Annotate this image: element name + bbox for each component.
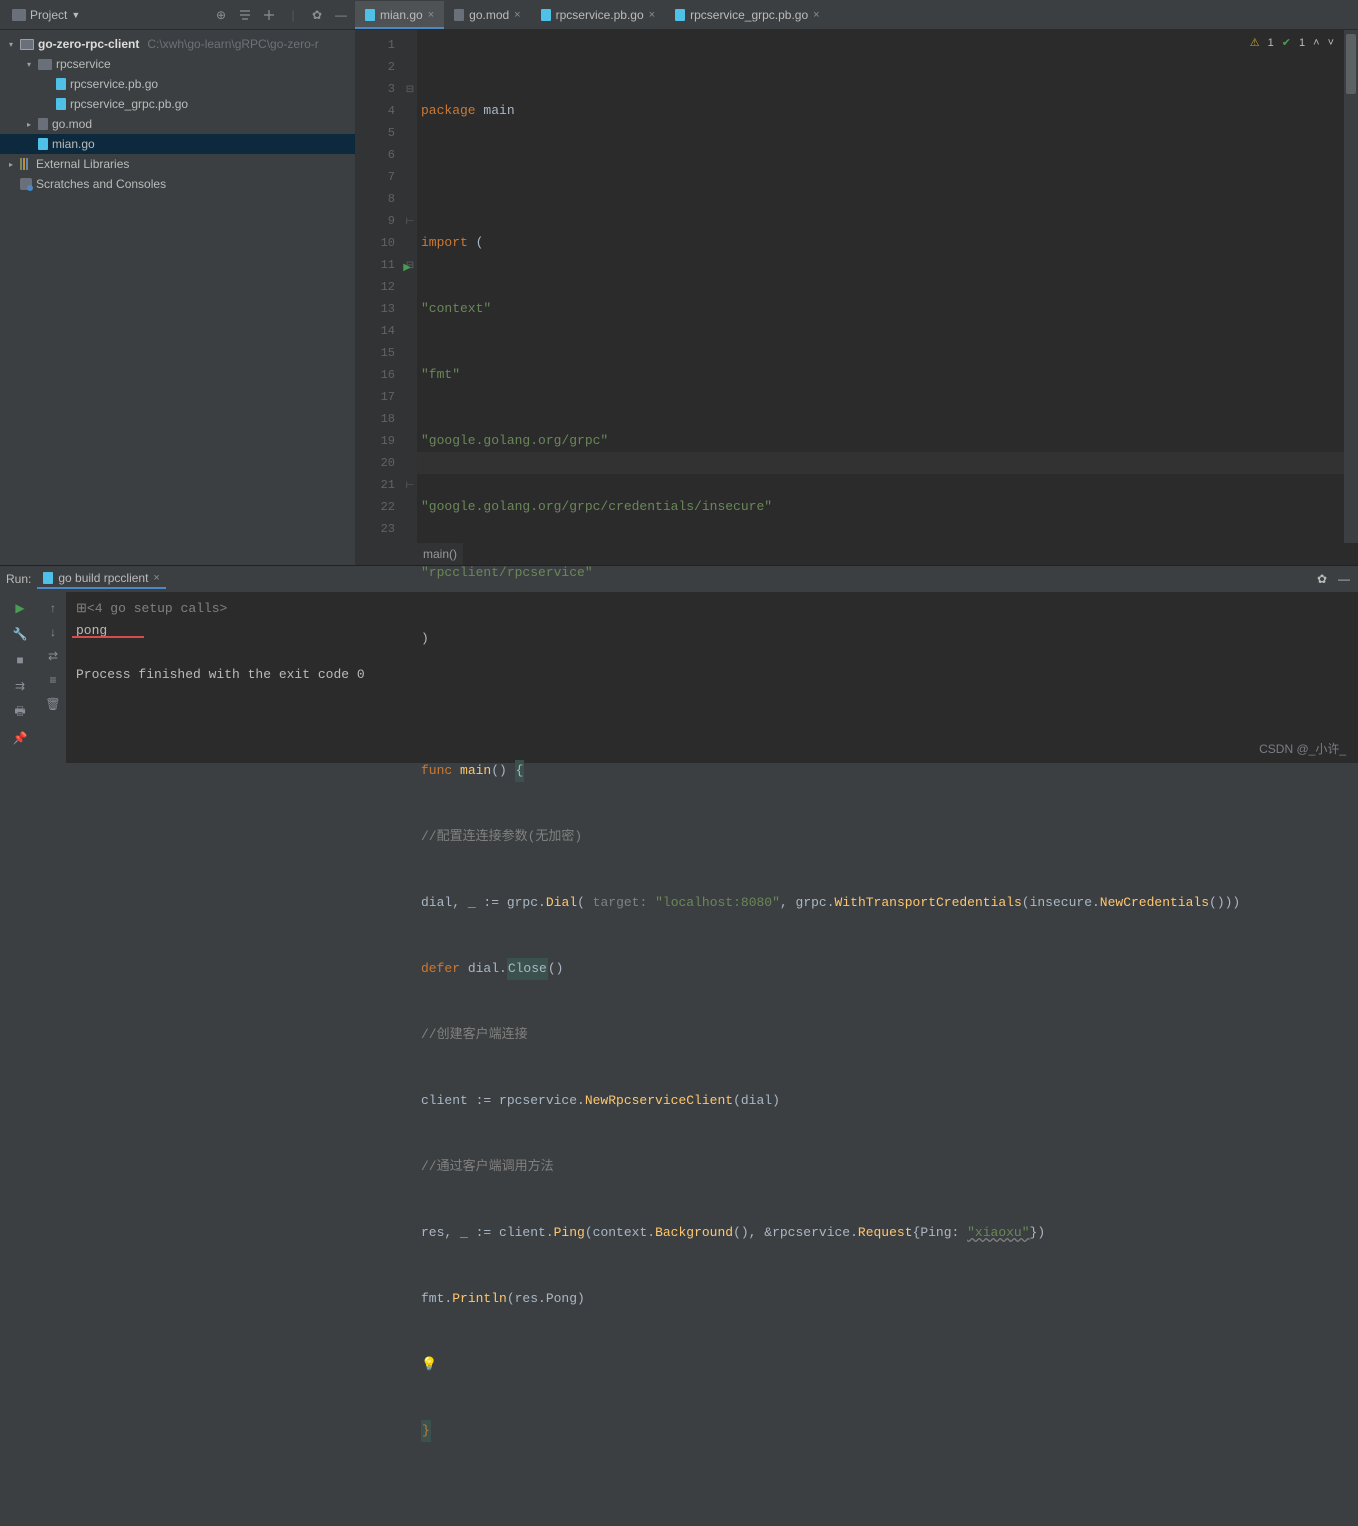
go-file-icon (56, 98, 66, 110)
layout-icon[interactable]: ⇉ (12, 678, 28, 694)
tree-file-gomod[interactable]: ▸ go.mod (0, 114, 355, 134)
tree-label: mian.go (52, 137, 95, 151)
run-toolbar-1: ▶ 🔧 ■ ⇉ 🖶 📌 (0, 592, 40, 763)
run-icon[interactable]: ▶ (12, 600, 28, 616)
run-label: Run: (6, 572, 31, 586)
annotation-underline (72, 636, 144, 638)
folder-icon (20, 39, 34, 50)
top-bar: Project ▼ ⊕ | ✿ — mian.go × (0, 0, 1358, 30)
tree-file-grpc[interactable]: rpcservice_grpc.pb.go (0, 94, 355, 114)
print-icon[interactable]: 🖶 (12, 704, 28, 720)
tree-file-pb[interactable]: rpcservice.pb.go (0, 74, 355, 94)
down-icon[interactable]: ↓ (45, 624, 61, 640)
chevron-down-icon[interactable]: ˅ (1328, 37, 1334, 49)
project-tree[interactable]: ▾ go-zero-rpc-client C:\xwh\go-learn\gRP… (0, 30, 355, 565)
go-file-icon (38, 138, 48, 150)
tree-label: Scratches and Consoles (36, 177, 166, 191)
tab-grpc[interactable]: rpcservice_grpc.pb.go × (665, 1, 830, 29)
chevron-right-icon[interactable]: ▸ (24, 120, 34, 129)
tree-label: rpcservice_grpc.pb.go (70, 97, 188, 111)
tab-label: go.mod (469, 8, 509, 22)
check-icon[interactable]: ✔ (1282, 36, 1291, 49)
tree-label: External Libraries (36, 157, 129, 171)
hide-icon[interactable]: — (333, 7, 349, 23)
tree-label: rpcservice (56, 57, 111, 71)
tab-label: rpcservice_grpc.pb.go (690, 8, 808, 22)
chevron-down-icon[interactable]: ▾ (24, 60, 34, 69)
close-icon[interactable]: × (649, 9, 655, 21)
project-selector[interactable]: Project ▼ (6, 6, 86, 24)
trash-icon[interactable]: 🗑 (45, 696, 61, 712)
tree-folder-rpcservice[interactable]: ▾ rpcservice (0, 54, 355, 74)
chevron-down-icon[interactable]: ▾ (6, 40, 16, 49)
close-icon[interactable]: × (813, 9, 819, 21)
go-file-icon (675, 9, 685, 21)
go-file-icon (454, 9, 464, 21)
bulb-icon[interactable]: 💡 (421, 1354, 437, 1376)
scroll-icon[interactable]: ≡ (45, 672, 61, 688)
close-icon[interactable]: × (428, 9, 434, 21)
go-file-icon (43, 572, 53, 584)
sidebar-header: Project ▼ ⊕ | ✿ — (0, 0, 355, 29)
run-toolbar-2: ↑ ↓ ⇄ ≡ 🗑 (40, 592, 66, 763)
go-file-icon (541, 9, 551, 21)
target-icon[interactable]: ⊕ (213, 7, 229, 23)
tree-file-main[interactable]: mian.go (0, 134, 355, 154)
tree-project-root[interactable]: ▾ go-zero-rpc-client C:\xwh\go-learn\gRP… (0, 34, 355, 54)
scratch-icon (20, 178, 32, 190)
folder-icon (12, 9, 26, 21)
go-file-icon (56, 78, 66, 90)
go-file-icon (365, 9, 375, 21)
code-editor[interactable]: 1234567891011▶121314151617181920212223 ⊟… (355, 30, 1358, 565)
tree-scratches[interactable]: Scratches and Consoles (0, 174, 355, 194)
scrollbar[interactable] (1344, 30, 1358, 543)
divider: | (285, 7, 301, 23)
expand-icon[interactable] (261, 7, 277, 23)
fold-gutter: ⊟⊢⊟⊢ (403, 30, 417, 565)
pin-icon[interactable]: 📌 (12, 730, 28, 746)
run-tab[interactable]: go build rpcclient × (37, 569, 166, 589)
project-name: go-zero-rpc-client (38, 37, 139, 51)
code-area[interactable]: package main import ( "context" "fmt" "g… (417, 30, 1358, 565)
file-icon (38, 118, 48, 130)
warning-icon[interactable]: ⚠ (1250, 36, 1260, 49)
tab-label: rpcservice.pb.go (556, 8, 644, 22)
tree-label: rpcservice.pb.go (70, 77, 158, 91)
stop-icon[interactable]: ■ (12, 652, 28, 668)
tree-external-libs[interactable]: ▸ External Libraries (0, 154, 355, 174)
breadcrumb[interactable]: main() (417, 543, 463, 565)
tab-pb[interactable]: rpcservice.pb.go × (531, 1, 665, 29)
close-icon[interactable]: × (514, 9, 520, 21)
tab-gomod[interactable]: go.mod × (444, 1, 530, 29)
scrollbar-thumb[interactable] (1346, 34, 1356, 94)
close-icon[interactable]: × (153, 572, 159, 584)
run-panel: Run: go build rpcclient × ✿ — ▶ 🔧 ■ ⇉ 🖶 … (0, 565, 1358, 763)
library-icon (20, 158, 32, 170)
chevron-right-icon[interactable]: ▸ (6, 160, 16, 169)
editor-status: ⚠1 ✔1 ˄ ˅ (1250, 36, 1334, 49)
chevron-down-icon: ▼ (71, 10, 80, 20)
chevron-up-icon[interactable]: ˄ (1313, 37, 1319, 49)
editor-tabs: mian.go × go.mod × rpcservice.pb.go × rp… (355, 0, 1358, 29)
collapse-icon[interactable] (237, 7, 253, 23)
project-path: C:\xwh\go-learn\gRPC\go-zero-r (147, 37, 318, 51)
project-label: Project (30, 8, 67, 22)
run-gutter-icon[interactable]: ▶ (403, 258, 411, 280)
watermark: CSDN @_小许_ (1259, 740, 1346, 757)
run-output[interactable]: ⊞<4 go setup calls> pong Process finishe… (66, 592, 1358, 763)
fold-icon[interactable]: ⊟ (403, 78, 417, 100)
gear-icon[interactable]: ✿ (309, 7, 325, 23)
line-gutter: 1234567891011▶121314151617181920212223 (355, 30, 403, 565)
wrench-icon[interactable]: 🔧 (12, 626, 28, 642)
tab-label: mian.go (380, 8, 423, 22)
wrap-icon[interactable]: ⇄ (45, 648, 61, 664)
folder-icon (38, 59, 52, 70)
tree-label: go.mod (52, 117, 92, 131)
run-tab-label: go build rpcclient (58, 571, 148, 585)
tab-main[interactable]: mian.go × (355, 1, 444, 29)
up-icon[interactable]: ↑ (45, 600, 61, 616)
